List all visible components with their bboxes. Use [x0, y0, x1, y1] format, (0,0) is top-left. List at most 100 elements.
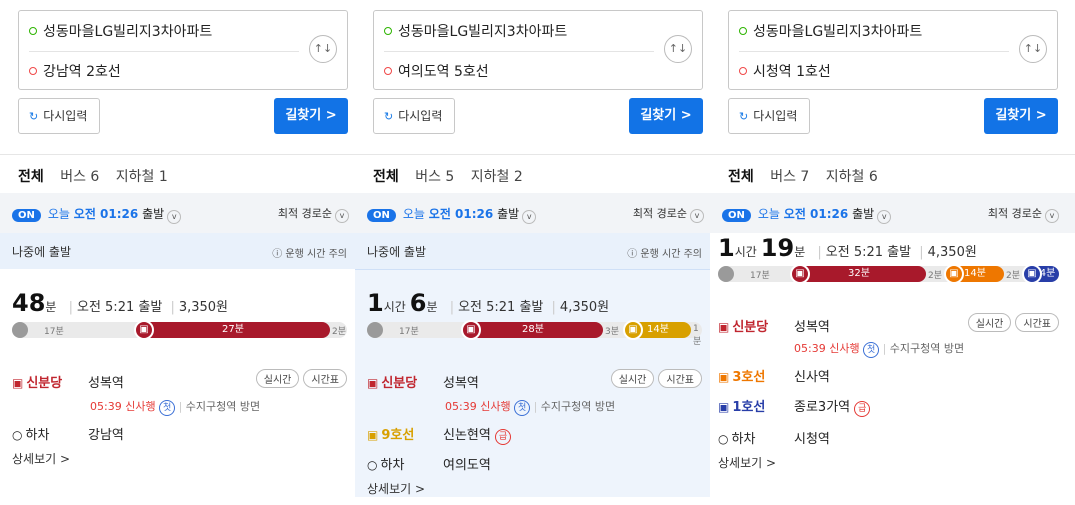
- walk-duration: 2분: [332, 327, 347, 337]
- walk-icon: [367, 322, 383, 338]
- swap-icon[interactable]: ↑↓: [309, 35, 337, 63]
- route-panel-cityhall: 성동마을LG빌리지3차아파트 시청역 1호선 ↑↓ ↻ 다시입력 길찾기 > 전체…: [710, 0, 1075, 505]
- chevron-down-icon[interactable]: v: [522, 210, 537, 224]
- station-name[interactable]: 성복역: [443, 376, 479, 391]
- chevron-down-icon[interactable]: v: [167, 210, 182, 224]
- departure-suffix: 출발: [497, 207, 520, 221]
- station-name[interactable]: 종로3가역: [794, 400, 850, 415]
- later-departure-link[interactable]: 나중에 출발: [367, 243, 426, 260]
- summary-separator: |: [919, 245, 924, 260]
- timetable-button[interactable]: 시간표: [658, 369, 702, 388]
- first-departure-info: 05:39 신사행 첫 | 수지구청역 방면: [90, 398, 260, 416]
- origin-field[interactable]: 성동마을LG빌리지3차아파트: [384, 21, 567, 41]
- tab-all[interactable]: 전체: [373, 166, 399, 196]
- mode-tabs: 전체 버스 7 지하철 6: [728, 166, 890, 196]
- walk-duration: 1분: [693, 324, 702, 347]
- walk-icon: [12, 322, 28, 338]
- realtime-button[interactable]: 실시간: [255, 369, 300, 388]
- on-toggle[interactable]: ON: [12, 209, 41, 222]
- tab-subway[interactable]: 지하철 2: [471, 166, 523, 194]
- leg-row: ▣ 9호선 신논현역 급: [367, 424, 702, 445]
- realtime-button[interactable]: 실시간: [967, 313, 1012, 332]
- first-departure-direction: 신사행: [480, 400, 511, 413]
- on-toggle[interactable]: ON: [722, 209, 751, 222]
- train-icon: ▣: [12, 376, 24, 390]
- walk-duration: 2분: [1006, 271, 1021, 281]
- destination-dot-icon: [29, 67, 37, 75]
- origin-field[interactable]: 성동마을LG빌리지3차아파트: [29, 21, 212, 41]
- reset-label: 다시입력: [43, 109, 88, 123]
- route-summary: 1시간 6분 | 오전 5:21 출발 | 4,350원: [367, 289, 609, 317]
- route-panel-gangnam: 성동마을LG빌리지3차아파트 강남역 2호선 ↑↓ ↻ 다시입력 길찾기 > 전체…: [0, 0, 355, 505]
- timetable-button[interactable]: 시간표: [1015, 313, 1059, 332]
- detail-link[interactable]: 상세보기 >: [12, 450, 70, 467]
- later-departure-link[interactable]: 나중에 출발: [12, 243, 71, 260]
- realtime-button[interactable]: 실시간: [610, 369, 655, 388]
- reset-button[interactable]: ↻ 다시입력: [18, 98, 100, 134]
- departure-time[interactable]: 오전 01:26: [784, 207, 848, 221]
- origin-field[interactable]: 성동마을LG빌리지3차아파트: [739, 21, 922, 41]
- summary-separator: |: [449, 300, 455, 315]
- station-name[interactable]: 성복역: [88, 376, 124, 391]
- on-toggle[interactable]: ON: [367, 209, 396, 222]
- leg-row: ○ 하차 시청역: [718, 428, 1059, 447]
- station-name[interactable]: 신사역: [794, 370, 830, 385]
- search-route-button[interactable]: 길찾기 >: [984, 98, 1058, 134]
- tab-bus[interactable]: 버스 5: [415, 166, 454, 194]
- swap-icon[interactable]: ↑↓: [1019, 35, 1047, 63]
- destination-field[interactable]: 여의도역 5호선: [384, 61, 489, 81]
- field-divider: [739, 51, 1009, 52]
- search-route-button[interactable]: 길찾기 >: [629, 98, 703, 134]
- destination-field[interactable]: 시청역 1호선: [739, 61, 831, 81]
- station-name[interactable]: 성복역: [794, 320, 830, 335]
- bundang-segment: ▣ 27분: [134, 320, 330, 340]
- platform-direction: 수지구청역 방면: [540, 400, 616, 413]
- line1-segment: ▣ 4분: [1022, 264, 1059, 284]
- train-icon: ▣: [461, 320, 481, 340]
- station-name[interactable]: 여의도역: [443, 458, 491, 473]
- line-name: ▣ 9호선: [367, 424, 443, 443]
- detail-link[interactable]: 상세보기 >: [367, 480, 425, 497]
- reset-button[interactable]: ↻ 다시입력: [373, 98, 455, 134]
- tab-all[interactable]: 전체: [728, 166, 754, 196]
- swap-icon[interactable]: ↑↓: [664, 35, 692, 63]
- sort-select[interactable]: 최적 경로순 v: [633, 205, 704, 223]
- departure-bar: ON 오늘 오전 01:26 출발 v 최적 경로순 v: [367, 205, 704, 224]
- departure-bar: ON 오늘 오전 01:26 출발 v 최적 경로순 v: [722, 205, 1059, 224]
- search-route-button[interactable]: 길찾기 >: [274, 98, 348, 134]
- tab-bus[interactable]: 버스 6: [60, 166, 99, 194]
- station-name[interactable]: 시청역: [794, 432, 830, 447]
- departure-time[interactable]: 오전 01:26: [429, 207, 493, 221]
- sort-select[interactable]: 최적 경로순 v: [278, 205, 349, 223]
- date-prefix: 오늘: [402, 207, 425, 221]
- departure-time[interactable]: 오전 01:26: [74, 207, 138, 221]
- departure-summary: 오전 5:21 출발: [458, 300, 544, 315]
- walk-duration: 17분: [750, 271, 770, 281]
- section-divider: [0, 154, 355, 155]
- detail-link[interactable]: 상세보기 >: [718, 454, 776, 471]
- total-time-hours: 1: [367, 289, 384, 317]
- date-prefix: 오늘: [757, 207, 780, 221]
- summary-separator: |: [68, 300, 73, 315]
- station-name[interactable]: 강남역: [88, 428, 124, 443]
- tab-subway[interactable]: 지하철 6: [826, 166, 878, 194]
- chevron-down-icon[interactable]: v: [877, 210, 892, 224]
- reset-button[interactable]: ↻ 다시입력: [728, 98, 810, 134]
- first-departure-direction: 신사행: [829, 342, 860, 355]
- sort-select[interactable]: 최적 경로순 v: [988, 205, 1059, 223]
- tab-subway[interactable]: 지하철 1: [116, 166, 168, 194]
- summary-separator: |: [551, 300, 556, 315]
- destination-field[interactable]: 강남역 2호선: [29, 61, 121, 81]
- refresh-icon: ↻: [384, 110, 394, 123]
- mode-tabs: 전체 버스 6 지하철 1: [18, 166, 180, 196]
- tab-bus[interactable]: 버스 7: [770, 166, 809, 194]
- leg-row: ▣ 신분당 성복역 실시간 시간표: [12, 369, 347, 391]
- origin-dot-icon: [739, 27, 747, 35]
- station-name[interactable]: 신논현역: [443, 428, 491, 443]
- timetable-button[interactable]: 시간표: [303, 369, 347, 388]
- alight-icon: ○: [12, 428, 23, 442]
- time-unit-hours: 시간: [734, 245, 757, 259]
- train-icon: ▣: [944, 264, 964, 284]
- tab-all[interactable]: 전체: [18, 166, 44, 196]
- line9-segment: ▣ 14분: [623, 320, 691, 340]
